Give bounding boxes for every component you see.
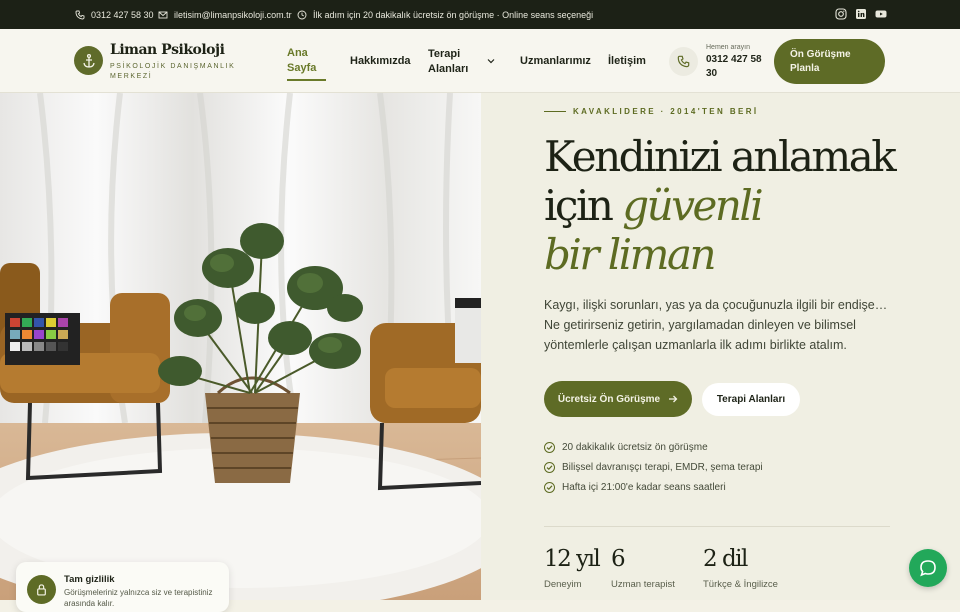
stat-value-experience: 12 yıl — [544, 546, 601, 572]
anchor-icon — [82, 53, 95, 68]
chevron-down-icon[interactable] — [487, 58, 495, 64]
free-consultation-button[interactable]: Ücretsiz Ön Görüşme — [544, 381, 692, 417]
chat-button[interactable] — [909, 549, 947, 587]
nav-therapy-areas[interactable]: Terapi Alanları — [428, 47, 478, 77]
phone-icon — [677, 55, 690, 68]
feature-item: 20 dakikalık ücretsiz ön görüşme — [544, 442, 708, 453]
check-circle-icon — [544, 482, 555, 493]
linkedin-icon[interactable] — [855, 8, 867, 20]
check-circle-icon — [544, 442, 555, 453]
topbar-phone[interactable]: 0312 427 58 30 — [75, 0, 154, 29]
hero-title-line3: bir liman — [544, 230, 717, 279]
brand-name[interactable]: Liman Psikoloji — [110, 42, 225, 58]
logo-badge[interactable] — [74, 46, 103, 75]
topbar-notice: İlk adım için 20 dakikalık ücretsiz ön g… — [297, 0, 593, 29]
stat-label-languages: Türkçe & İngilizce — [703, 579, 778, 590]
nav-about[interactable]: Hakkımızda — [350, 55, 411, 67]
topbar-email[interactable]: iletisim@limanpsikoloji.com.tr — [158, 0, 292, 29]
stat-value-therapists: 6 — [611, 546, 626, 572]
feature-text: 20 dakikalık ücretsiz ön görüşme — [562, 442, 708, 453]
instagram-icon[interactable] — [835, 8, 847, 20]
hero-photo — [0, 93, 481, 600]
topbar-phone-text: 0312 427 58 30 — [91, 9, 154, 20]
hero-title-emphasis-2: bir liman — [544, 230, 717, 279]
stats-divider — [544, 526, 890, 527]
eyebrow-line — [544, 111, 566, 112]
hero-title-plain: için — [544, 181, 614, 230]
phone-icon — [75, 10, 85, 19]
hero-lead: Kaygı, ilişki sorunları, yas ya da çocuğ… — [544, 298, 888, 352]
brand-subtitle: PSİKOLOJİK DANIŞMANLIK MERKEZİ — [110, 63, 236, 80]
mail-icon — [158, 11, 168, 18]
free-consultation-label: Ücretsiz Ön Görüşme — [557, 393, 661, 405]
hero-title-line2: için güvenli — [544, 181, 764, 230]
topbar-notice-text: İlk adım için 20 dakikalık ücretsiz ön g… — [313, 9, 594, 20]
call-icon-button[interactable] — [669, 47, 698, 76]
check-circle-icon — [544, 462, 555, 473]
living-room-illustration — [0, 93, 481, 600]
feature-item: Hafta içi 21:00'e kadar seans saatleri — [544, 482, 726, 493]
call-number[interactable]: 0312 427 58 30 — [706, 53, 766, 81]
nav-home[interactable]: Ana Sayfa — [287, 46, 327, 76]
stat-label-therapists: Uzman terapist — [611, 579, 675, 590]
feature-item: Bilişsel davranışçı terapi, EMDR, şema t… — [544, 462, 763, 473]
book-consultation-button[interactable]: Ön Görüşme Planla — [774, 39, 885, 84]
arrow-right-icon — [669, 395, 678, 403]
chat-bubble-icon — [920, 560, 936, 577]
hero-title-emphasis: güvenli — [622, 181, 763, 230]
nav-experts[interactable]: Uzmanlarımız — [520, 55, 591, 67]
hero-title-line1: Kendinizi anlamak — [544, 132, 897, 181]
top-bar: 0312 427 58 30 iletisim@limanpsikoloji.c… — [0, 0, 960, 29]
therapy-areas-button[interactable]: Terapi Alanları — [702, 383, 800, 416]
privacy-card: Tam gizlilik Görüşmeleriniz yalnızca siz… — [16, 562, 229, 612]
privacy-text: Görüşmeleriniz yalnızca siz ve terapisti… — [64, 588, 213, 608]
youtube-icon[interactable] — [875, 8, 887, 20]
stat-label-experience: Deneyim — [544, 579, 582, 590]
nav-contact[interactable]: İletişim — [608, 55, 646, 67]
topbar-email-text: iletisim@limanpsikoloji.com.tr — [174, 9, 292, 20]
stat-value-languages: 2 dil — [703, 546, 748, 572]
nav-active-underline — [287, 79, 326, 81]
hero-eyebrow: KAVAKLIDERE · 2014'TEN BERİ — [573, 107, 759, 116]
feature-text: Hafta içi 21:00'e kadar seans saatleri — [562, 482, 726, 493]
feature-text: Bilişsel davranışçı terapi, EMDR, şema t… — [562, 462, 763, 473]
call-label: Hemen arayın — [706, 44, 750, 51]
clock-icon — [297, 10, 307, 19]
privacy-title: Tam gizlilik — [64, 574, 115, 585]
